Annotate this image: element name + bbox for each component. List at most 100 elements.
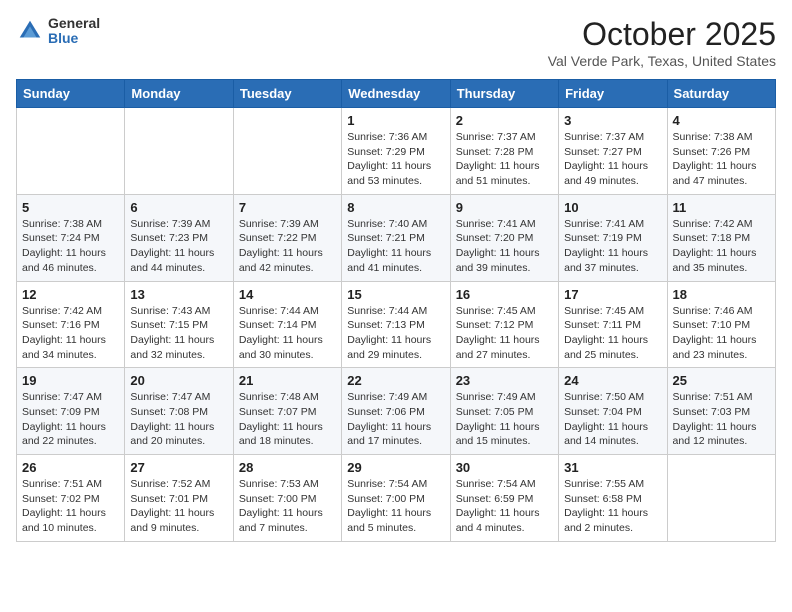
day-number: 2 — [456, 113, 553, 128]
day-number: 14 — [239, 287, 336, 302]
calendar-cell: 13 Sunrise: 7:43 AM Sunset: 7:15 PM Dayli… — [125, 281, 233, 368]
calendar-cell: 8Sunrise: 7:40 AM Sunset: 7:21 PM Daylig… — [342, 194, 450, 281]
calendar-cell: 1 Sunrise: 7:36 AM Sunset: 7:29 PM Daylig… — [342, 108, 450, 195]
day-info: Sunrise: 7:41 AM Sunset: 7:19 PM Dayligh… — [564, 217, 661, 276]
day-info: Sunrise: 7:51 AM Sunset: 7:03 PM Dayligh… — [673, 390, 770, 449]
col-header-monday: Monday — [125, 80, 233, 108]
day-info: Sunrise: 7:38 AM Sunset: 7:26 PM Dayligh… — [673, 130, 770, 189]
day-info: Sunrise: 7:39 AM Sunset: 7:23 PM Dayligh… — [130, 217, 227, 276]
calendar-cell: 6 Sunrise: 7:39 AM Sunset: 7:23 PM Daylig… — [125, 194, 233, 281]
day-info: Sunrise: 7:49 AM Sunset: 7:06 PM Dayligh… — [347, 390, 444, 449]
calendar-week-row: 19Sunrise: 7:47 AM Sunset: 7:09 PM Dayli… — [17, 368, 776, 455]
day-number: 4 — [673, 113, 770, 128]
day-number: 7 — [239, 200, 336, 215]
calendar-cell: 2 Sunrise: 7:37 AM Sunset: 7:28 PM Daylig… — [450, 108, 558, 195]
calendar-cell: 12Sunrise: 7:42 AM Sunset: 7:16 PM Dayli… — [17, 281, 125, 368]
page-header: General Blue October 2025 Val Verde Park… — [16, 16, 776, 69]
calendar-week-row: 1 Sunrise: 7:36 AM Sunset: 7:29 PM Daylig… — [17, 108, 776, 195]
day-info: Sunrise: 7:45 AM Sunset: 7:12 PM Dayligh… — [456, 304, 553, 363]
day-info: Sunrise: 7:36 AM Sunset: 7:29 PM Dayligh… — [347, 130, 444, 189]
calendar-cell: 19Sunrise: 7:47 AM Sunset: 7:09 PM Dayli… — [17, 368, 125, 455]
calendar-cell: 30 Sunrise: 7:54 AM Sunset: 6:59 PM Dayli… — [450, 455, 558, 542]
calendar-cell: 7 Sunrise: 7:39 AM Sunset: 7:22 PM Daylig… — [233, 194, 341, 281]
calendar-cell: 20Sunrise: 7:47 AM Sunset: 7:08 PM Dayli… — [125, 368, 233, 455]
day-info: Sunrise: 7:45 AM Sunset: 7:11 PM Dayligh… — [564, 304, 661, 363]
day-info: Sunrise: 7:50 AM Sunset: 7:04 PM Dayligh… — [564, 390, 661, 449]
month-title: October 2025 — [548, 16, 776, 53]
day-info: Sunrise: 7:48 AM Sunset: 7:07 PM Dayligh… — [239, 390, 336, 449]
day-info: Sunrise: 7:37 AM Sunset: 7:27 PM Dayligh… — [564, 130, 661, 189]
calendar-cell: 28 Sunrise: 7:53 AM Sunset: 7:00 PM Dayli… — [233, 455, 341, 542]
calendar-cell: 11 Sunrise: 7:42 AM Sunset: 7:18 PM Dayli… — [667, 194, 775, 281]
logo-text: General Blue — [48, 16, 100, 47]
calendar-cell: 22 Sunrise: 7:49 AM Sunset: 7:06 PM Dayli… — [342, 368, 450, 455]
day-info: Sunrise: 7:44 AM Sunset: 7:13 PM Dayligh… — [347, 304, 444, 363]
calendar-cell: 23Sunrise: 7:49 AM Sunset: 7:05 PM Dayli… — [450, 368, 558, 455]
day-info: Sunrise: 7:55 AM Sunset: 6:58 PM Dayligh… — [564, 477, 661, 536]
day-info: Sunrise: 7:47 AM Sunset: 7:08 PM Dayligh… — [130, 390, 227, 449]
col-header-sunday: Sunday — [17, 80, 125, 108]
day-info: Sunrise: 7:51 AM Sunset: 7:02 PM Dayligh… — [22, 477, 119, 536]
col-header-saturday: Saturday — [667, 80, 775, 108]
day-number: 15 — [347, 287, 444, 302]
calendar-cell: 17 Sunrise: 7:45 AM Sunset: 7:11 PM Dayli… — [559, 281, 667, 368]
calendar-header-row: SundayMondayTuesdayWednesdayThursdayFrid… — [17, 80, 776, 108]
calendar-table: SundayMondayTuesdayWednesdayThursdayFrid… — [16, 79, 776, 542]
day-number: 30 — [456, 460, 553, 475]
day-info: Sunrise: 7:47 AM Sunset: 7:09 PM Dayligh… — [22, 390, 119, 449]
calendar-cell: 16 Sunrise: 7:45 AM Sunset: 7:12 PM Dayli… — [450, 281, 558, 368]
calendar-cell: 9 Sunrise: 7:41 AM Sunset: 7:20 PM Daylig… — [450, 194, 558, 281]
calendar-cell: 21Sunrise: 7:48 AM Sunset: 7:07 PM Dayli… — [233, 368, 341, 455]
day-info: Sunrise: 7:42 AM Sunset: 7:18 PM Dayligh… — [673, 217, 770, 276]
day-info: Sunrise: 7:41 AM Sunset: 7:20 PM Dayligh… — [456, 217, 553, 276]
day-number: 28 — [239, 460, 336, 475]
day-number: 13 — [130, 287, 227, 302]
day-info: Sunrise: 7:53 AM Sunset: 7:00 PM Dayligh… — [239, 477, 336, 536]
col-header-friday: Friday — [559, 80, 667, 108]
logo: General Blue — [16, 16, 100, 47]
day-info: Sunrise: 7:43 AM Sunset: 7:15 PM Dayligh… — [130, 304, 227, 363]
day-number: 18 — [673, 287, 770, 302]
calendar-week-row: 5 Sunrise: 7:38 AM Sunset: 7:24 PM Daylig… — [17, 194, 776, 281]
day-info: Sunrise: 7:49 AM Sunset: 7:05 PM Dayligh… — [456, 390, 553, 449]
col-header-wednesday: Wednesday — [342, 80, 450, 108]
calendar-cell: 26 Sunrise: 7:51 AM Sunset: 7:02 PM Dayli… — [17, 455, 125, 542]
day-number: 10 — [564, 200, 661, 215]
calendar-cell: 5 Sunrise: 7:38 AM Sunset: 7:24 PM Daylig… — [17, 194, 125, 281]
calendar-cell: 3 Sunrise: 7:37 AM Sunset: 7:27 PM Daylig… — [559, 108, 667, 195]
day-number: 22 — [347, 373, 444, 388]
calendar-cell: 14 Sunrise: 7:44 AM Sunset: 7:14 PM Dayli… — [233, 281, 341, 368]
calendar-week-row: 26 Sunrise: 7:51 AM Sunset: 7:02 PM Dayli… — [17, 455, 776, 542]
logo-general-text: General — [48, 16, 100, 31]
calendar-cell — [125, 108, 233, 195]
day-number: 26 — [22, 460, 119, 475]
day-info: Sunrise: 7:54 AM Sunset: 7:00 PM Dayligh… — [347, 477, 444, 536]
calendar-cell: 4 Sunrise: 7:38 AM Sunset: 7:26 PM Daylig… — [667, 108, 775, 195]
day-number: 3 — [564, 113, 661, 128]
day-info: Sunrise: 7:40 AM Sunset: 7:21 PM Dayligh… — [347, 217, 444, 276]
day-info: Sunrise: 7:44 AM Sunset: 7:14 PM Dayligh… — [239, 304, 336, 363]
day-number: 11 — [673, 200, 770, 215]
day-number: 17 — [564, 287, 661, 302]
calendar-cell: 10 Sunrise: 7:41 AM Sunset: 7:19 PM Dayli… — [559, 194, 667, 281]
day-number: 25 — [673, 373, 770, 388]
day-info: Sunrise: 7:38 AM Sunset: 7:24 PM Dayligh… — [22, 217, 119, 276]
day-number: 16 — [456, 287, 553, 302]
day-number: 9 — [456, 200, 553, 215]
col-header-tuesday: Tuesday — [233, 80, 341, 108]
day-number: 6 — [130, 200, 227, 215]
day-info: Sunrise: 7:54 AM Sunset: 6:59 PM Dayligh… — [456, 477, 553, 536]
day-info: Sunrise: 7:39 AM Sunset: 7:22 PM Dayligh… — [239, 217, 336, 276]
calendar-cell: 15 Sunrise: 7:44 AM Sunset: 7:13 PM Dayli… — [342, 281, 450, 368]
calendar-cell: 24Sunrise: 7:50 AM Sunset: 7:04 PM Dayli… — [559, 368, 667, 455]
day-number: 1 — [347, 113, 444, 128]
calendar-cell: 29Sunrise: 7:54 AM Sunset: 7:00 PM Dayli… — [342, 455, 450, 542]
location-text: Val Verde Park, Texas, United States — [548, 53, 776, 69]
calendar-cell: 25 Sunrise: 7:51 AM Sunset: 7:03 PM Dayli… — [667, 368, 775, 455]
day-info: Sunrise: 7:46 AM Sunset: 7:10 PM Dayligh… — [673, 304, 770, 363]
day-info: Sunrise: 7:42 AM Sunset: 7:16 PM Dayligh… — [22, 304, 119, 363]
day-info: Sunrise: 7:52 AM Sunset: 7:01 PM Dayligh… — [130, 477, 227, 536]
day-info: Sunrise: 7:37 AM Sunset: 7:28 PM Dayligh… — [456, 130, 553, 189]
day-number: 5 — [22, 200, 119, 215]
calendar-cell: 31Sunrise: 7:55 AM Sunset: 6:58 PM Dayli… — [559, 455, 667, 542]
